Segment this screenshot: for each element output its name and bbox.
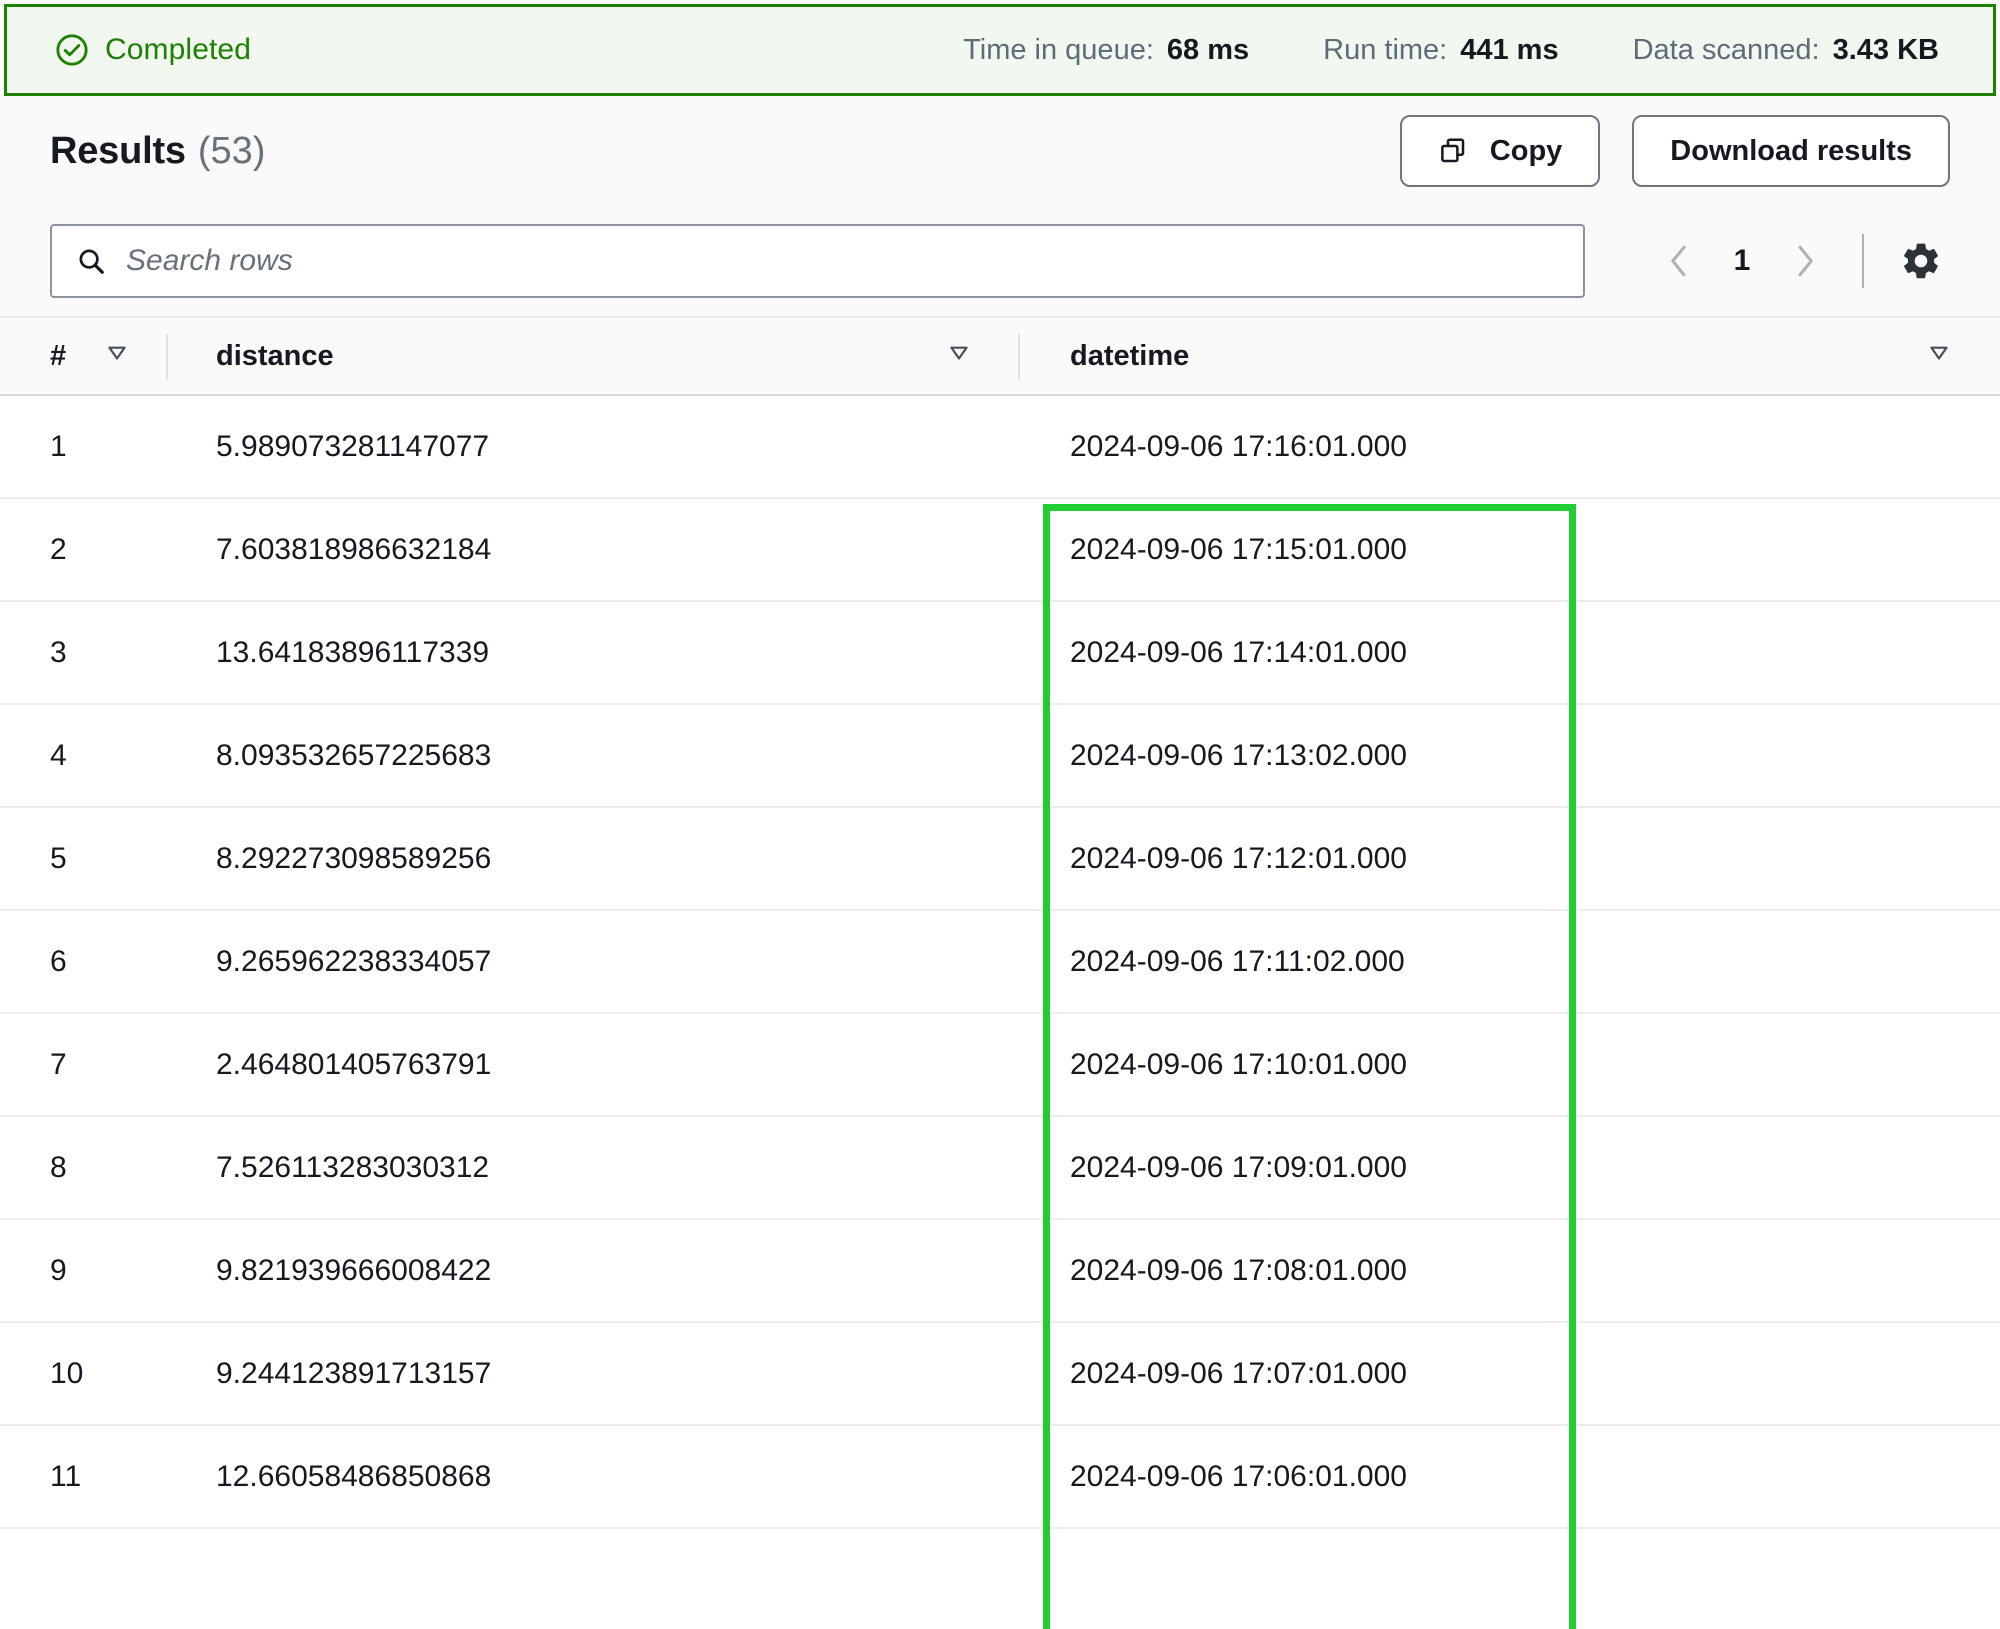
cell-index: 7 <box>50 1047 67 1081</box>
metric-label: Data scanned: <box>1632 33 1820 66</box>
download-results-button[interactable]: Download results <box>1632 115 1950 187</box>
pagination-page-1[interactable]: 1 <box>1714 233 1770 289</box>
cell-index: 9 <box>50 1253 67 1287</box>
metric-run-time: Run time: 441 ms <box>1323 34 1558 67</box>
cell-distance: 9.821939666008422 <box>216 1253 492 1287</box>
sort-caret-icon[interactable] <box>104 339 130 373</box>
search-icon <box>76 246 106 276</box>
column-header-label: datetime <box>1070 339 1190 372</box>
cell-index: 8 <box>50 1150 67 1184</box>
cell-index: 6 <box>50 944 67 978</box>
page-title: Results <box>50 129 186 172</box>
column-header-label: # <box>50 339 67 372</box>
cell-datetime: 2024-09-06 17:14:01.000 <box>1070 635 1407 669</box>
cell-distance: 2.464801405763791 <box>216 1047 492 1081</box>
column-header-datetime[interactable]: datetime <box>1020 318 2000 394</box>
table-row[interactable]: 10 9.244123891713157 2024-09-06 17:07:01.0… <box>0 1323 2000 1426</box>
cell-datetime: 2024-09-06 17:06:01.000 <box>1070 1459 1407 1493</box>
column-header-index[interactable]: # <box>0 318 168 394</box>
gear-icon[interactable] <box>1892 232 1950 290</box>
chevron-right-icon[interactable] <box>1776 232 1834 290</box>
cell-distance: 7.603818986632184 <box>216 532 492 566</box>
download-results-label: Download results <box>1670 134 1912 167</box>
table-body: 1 5.989073281147077 2024-09-06 17:16:01.00… <box>0 396 2000 1529</box>
table-row[interactable]: 8 7.526113283030312 2024-09-06 17:09:01.00… <box>0 1117 2000 1220</box>
results-count: (53) <box>197 129 266 172</box>
table-row[interactable]: 4 8.093532657225683 2024-09-06 17:13:02.00… <box>0 705 2000 808</box>
cell-index: 2 <box>50 532 67 566</box>
table-header-row: # distance datetime <box>0 318 2000 396</box>
status-left-group: Completed <box>55 33 251 67</box>
sort-caret-icon[interactable] <box>946 339 972 373</box>
results-header: Results (53) Copy Download results <box>0 96 2000 206</box>
metric-value: 68 ms <box>1166 33 1250 66</box>
cell-datetime: 2024-09-06 17:13:02.000 <box>1070 738 1407 772</box>
cell-index: 10 <box>50 1356 84 1390</box>
table-row[interactable]: 5 8.292273098589256 2024-09-06 17:12:01.00… <box>0 808 2000 911</box>
metric-value: 3.43 KB <box>1832 33 1939 66</box>
cell-datetime: 2024-09-06 17:16:01.000 <box>1070 429 1407 463</box>
cell-index: 5 <box>50 841 67 875</box>
table-row[interactable]: 7 2.464801405763791 2024-09-06 17:10:01.00… <box>0 1014 2000 1117</box>
cell-index: 3 <box>50 635 67 669</box>
search-input[interactable] <box>126 244 1559 278</box>
results-panel: Completed Time in queue: 68 ms Run time:… <box>0 4 2000 1629</box>
status-label: Completed <box>105 33 251 66</box>
table-row[interactable]: 11 12.66058486850868 2024-09-06 17:06:01.0… <box>0 1426 2000 1529</box>
cell-datetime: 2024-09-06 17:15:01.000 <box>1070 532 1407 566</box>
copy-icon <box>1438 136 1468 166</box>
cell-datetime: 2024-09-06 17:07:01.000 <box>1070 1356 1407 1390</box>
table-row[interactable]: 6 9.265962238334057 2024-09-06 17:11:02.00… <box>0 911 2000 1014</box>
cell-index: 1 <box>50 429 67 463</box>
results-table: # distance datetime 1 5.989073281147077 … <box>0 318 2000 1529</box>
cell-datetime: 2024-09-06 17:11:02.000 <box>1070 944 1405 978</box>
cell-distance: 12.66058486850868 <box>216 1459 492 1493</box>
copy-button-label: Copy <box>1489 134 1563 167</box>
header-actions: Copy Download results <box>1399 115 1950 187</box>
metric-label: Run time: <box>1323 33 1448 66</box>
cell-datetime: 2024-09-06 17:12:01.000 <box>1070 841 1407 875</box>
check-circle-icon <box>55 33 89 67</box>
cell-distance: 13.64183896117339 <box>216 635 490 669</box>
column-header-label: distance <box>216 339 334 372</box>
column-header-distance[interactable]: distance <box>168 318 1020 394</box>
metric-data-scanned: Data scanned: 3.43 KB <box>1633 34 1939 67</box>
cell-datetime: 2024-09-06 17:10:01.000 <box>1070 1047 1407 1081</box>
sort-caret-icon[interactable] <box>1926 339 1952 373</box>
table-row[interactable]: 9 9.821939666008422 2024-09-06 17:08:01.00… <box>0 1220 2000 1323</box>
cell-distance: 8.093532657225683 <box>216 738 492 772</box>
cell-distance: 9.244123891713157 <box>216 1356 492 1390</box>
cell-index: 11 <box>50 1459 82 1493</box>
toolbar-divider <box>1862 234 1864 288</box>
status-metrics: Time in queue: 68 ms Run time: 441 ms Da… <box>251 34 1961 67</box>
metric-label: Time in queue: <box>963 33 1154 66</box>
chevron-left-icon[interactable] <box>1650 232 1708 290</box>
cell-distance: 5.989073281147077 <box>216 429 490 463</box>
cell-distance: 7.526113283030312 <box>216 1150 490 1184</box>
query-status-banner: Completed Time in queue: 68 ms Run time:… <box>4 4 1996 96</box>
copy-button[interactable]: Copy <box>1399 115 1601 187</box>
table-row[interactable]: 3 13.64183896117339 2024-09-06 17:14:01.00… <box>0 602 2000 705</box>
cell-datetime: 2024-09-06 17:08:01.000 <box>1070 1253 1407 1287</box>
cell-distance: 8.292273098589256 <box>216 841 492 875</box>
cell-distance: 9.265962238334057 <box>216 944 492 978</box>
search-rows-box[interactable] <box>50 224 1585 298</box>
table-row[interactable]: 2 7.603818986632184 2024-09-06 17:15:01.00… <box>0 499 2000 602</box>
cell-datetime: 2024-09-06 17:09:01.000 <box>1070 1150 1407 1184</box>
metric-value: 441 ms <box>1460 33 1559 66</box>
results-toolbar: 1 <box>0 206 2000 318</box>
cell-index: 4 <box>50 738 67 772</box>
metric-time-in-queue: Time in queue: 68 ms <box>963 34 1249 67</box>
table-row[interactable]: 1 5.989073281147077 2024-09-06 17:16:01.00… <box>0 396 2000 499</box>
pagination: 1 <box>1650 232 1950 290</box>
